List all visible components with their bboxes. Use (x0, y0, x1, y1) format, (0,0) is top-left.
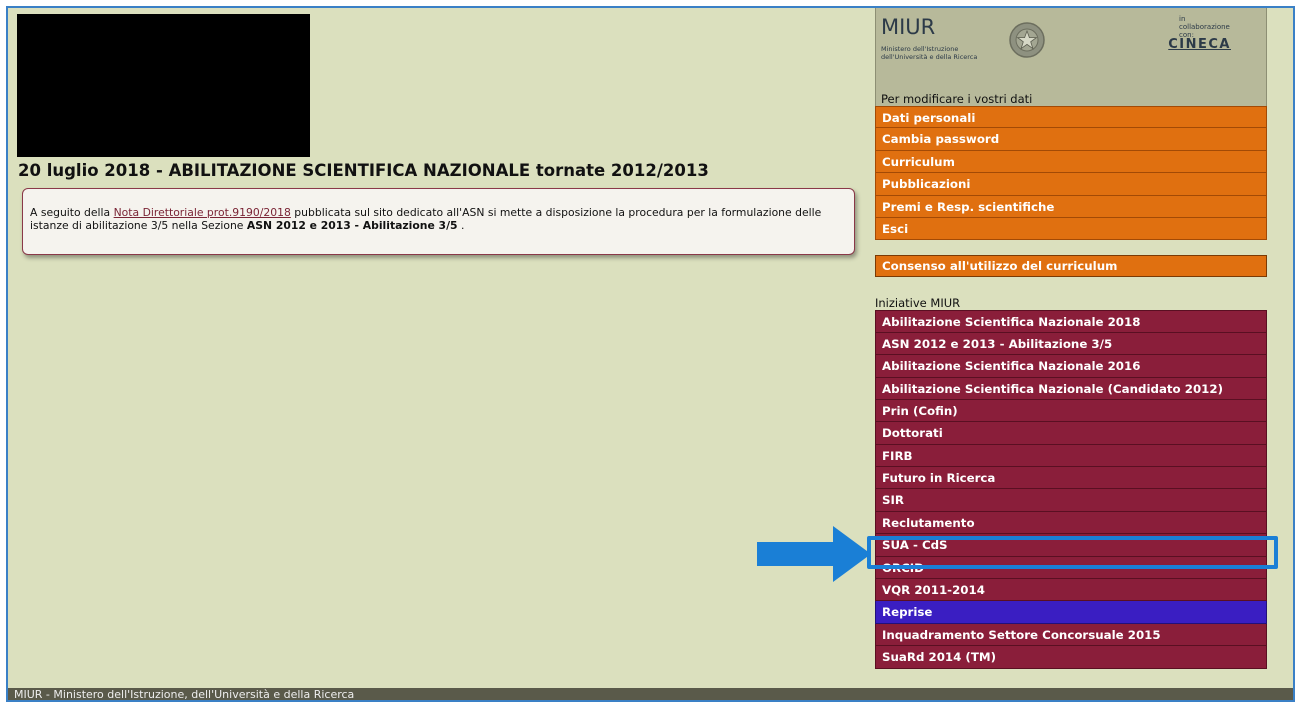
menu-item-cambia-password[interactable]: Cambia password (875, 128, 1267, 151)
initiatives-label: Iniziative MIUR (875, 296, 961, 311)
miur-header: MIUR Ministero dell'Istruzione dell'Univ… (875, 8, 1267, 106)
personal-menu: Dati personali Cambia password Curriculum P… (875, 106, 1267, 241)
initiative-item-dottorati[interactable]: Dottorati (875, 422, 1267, 445)
highlight-annotation-box (867, 536, 1278, 569)
nota-direttoriale-link[interactable]: Nota Direttoriale prot.9190/2018 (114, 206, 291, 219)
cineca-text: CINECA (1168, 37, 1231, 52)
initiative-item-prin-cofin[interactable]: Prin (Cofin) (875, 399, 1267, 423)
initiative-item-asn-2012-e-2013-abilitazione-3-5[interactable]: ASN 2012 e 2013 - Abilitazione 3/5 (875, 332, 1267, 356)
initiative-item-futuro-in-ricerca[interactable]: Futuro in Ricerca (875, 467, 1267, 490)
initiative-item-abilitazione-scientifica-nazionale-2016[interactable]: Abilitazione Scientifica Nazionale 2016 (875, 355, 1267, 378)
sidebar: MIUR Ministero dell'Istruzione dell'Univ… (875, 8, 1267, 669)
page-headline: 20 luglio 2018 - ABILITAZIONE SCIENTIFIC… (18, 161, 709, 180)
initiative-item-reclutamento[interactable]: Reclutamento (875, 511, 1267, 535)
edit-data-label: Per modificare i vostri dati (881, 92, 1033, 106)
initiative-item-sir[interactable]: SIR (875, 489, 1267, 512)
consent-button[interactable]: Consenso all'utilizzo del curriculum (875, 255, 1267, 278)
initiative-item-vqr-2011-2014[interactable]: VQR 2011-2014 (875, 579, 1267, 602)
italian-republic-emblem-icon (1009, 22, 1045, 58)
notice-section-name: ASN 2012 e 2013 - Abilitazione 3/5 (246, 219, 458, 232)
initiative-item-abilitazione-scientifica-nazionale-candidato-2012[interactable]: Abilitazione Scientifica Nazionale (Cand… (875, 377, 1267, 400)
initiative-item-suard-2014-tm[interactable]: SuaRd 2014 (TM) (875, 646, 1267, 669)
miur-logo-title: MIUR (881, 15, 936, 39)
footer: MIUR - Ministero dell'Istruzione, dell'U… (8, 688, 1293, 700)
notice-text-after: . (457, 219, 465, 232)
notice-box: A seguito della Nota Direttoriale prot.9… (22, 188, 855, 255)
right-arrow-icon (757, 526, 871, 582)
menu-item-premi-e-resp-scientifiche[interactable]: Premi e Resp. scientifiche (875, 195, 1267, 218)
menu-item-dati-personali[interactable]: Dati personali (875, 106, 1267, 129)
initiative-item-reprise[interactable]: Reprise (875, 601, 1267, 624)
miur-subtitle-line1: Ministero dell'Istruzione (881, 45, 959, 53)
redacted-logo-area (17, 14, 310, 157)
initiative-item-firb[interactable]: FIRB (875, 444, 1267, 468)
initiative-item-inquadramento-settore-concorsuale-2015[interactable]: Inquadramento Settore Concorsuale 2015 (875, 623, 1267, 647)
menu-item-curriculum[interactable]: Curriculum (875, 150, 1267, 174)
collaboration-text: in collaborazione con: (1179, 15, 1237, 39)
menu-item-esci[interactable]: Esci (875, 217, 1267, 241)
miur-subtitle-line2: dell'Università e della Ricerca (881, 53, 978, 61)
initiatives-menu: Abilitazione Scientifica Nazionale 2018 A… (875, 310, 1267, 669)
page-frame: 20 luglio 2018 - ABILITAZIONE SCIENTIFIC… (6, 6, 1295, 702)
notice-text-before: A seguito della (30, 206, 114, 219)
collab-line1: in collaborazione (1179, 15, 1230, 31)
cineca-logo: CINECA (1168, 37, 1231, 52)
menu-item-pubblicazioni[interactable]: Pubblicazioni (875, 173, 1267, 196)
initiative-item-abilitazione-scientifica-nazionale-2018[interactable]: Abilitazione Scientifica Nazionale 2018 (875, 310, 1267, 333)
